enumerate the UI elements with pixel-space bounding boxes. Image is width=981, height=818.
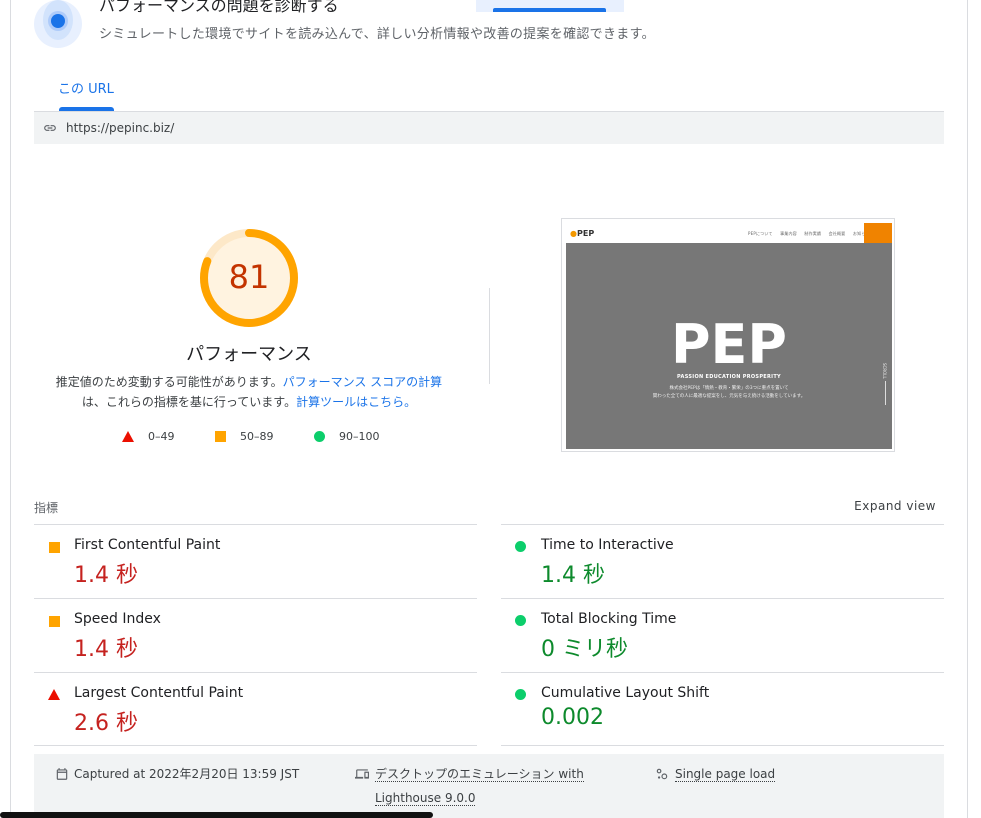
legend-fail: 0–49 [122, 430, 175, 443]
metrics-bottom-rule [34, 745, 477, 746]
hero-subtitle: シミュレートした環境でサイトを読み込んで、詳しい分析情報や改善の提案を確認できま… [99, 27, 655, 42]
performance-score: 81 [228, 258, 270, 296]
metric-speed-index: Speed Index 1.4 秒 [34, 598, 477, 671]
metric-cls: Cumulative Layout Shift 0.002 [501, 672, 944, 745]
metric-title: Cumulative Layout Shift [541, 685, 710, 701]
screenshot-scroll-line [885, 381, 886, 405]
legend-average: 50–89 [215, 430, 274, 443]
screenshot-body: 株式会社PEPは「情熱・教育・繁栄」の3つに重点を置いて 関わった全ての人に最適… [652, 386, 806, 399]
performance-description: 推定値のため変動する可能性があります。パフォーマンス スコアの計算 は、これらの… [44, 372, 454, 412]
legend-average-label: 50–89 [240, 430, 274, 443]
metric-value: 1.4 秒 [541, 563, 605, 588]
url-bar: https://pepinc.biz/ [34, 112, 944, 144]
section-divider [489, 288, 490, 384]
metric-title: First Contentful Paint [74, 537, 221, 553]
metric-title: Speed Index [74, 611, 161, 627]
square-icon [49, 616, 60, 627]
metric-lcp: Largest Contentful Paint 2.6 秒 [34, 672, 477, 745]
screenshot-contact-button [864, 223, 892, 243]
page-load-icon [656, 768, 668, 780]
emulation-info[interactable]: デスクトップのエミュレーション with [375, 762, 584, 786]
page-load-type[interactable]: Single page load [675, 762, 776, 786]
legend-fail-label: 0–49 [148, 430, 175, 443]
metric-value: 1.4 秒 [74, 563, 138, 588]
metric-title: Largest Contentful Paint [74, 685, 244, 701]
lighthouse-version[interactable]: Lighthouse 9.0.0 [375, 786, 476, 810]
screenshot-scroll-label: SCROLL [882, 363, 887, 379]
circle-icon [515, 541, 526, 552]
screenshot-tagline: PASSION EDUCATION PROSPERITY [677, 374, 781, 380]
desc-text-2: は、これらの指標を基に行っています。 [81, 395, 297, 409]
circle-icon [515, 615, 526, 626]
calendar-icon [56, 768, 68, 780]
calculator-link[interactable]: 計算ツールはこちら。 [296, 395, 416, 409]
captured-at: Captured at 2022年2月20日 13:59 JST [74, 767, 300, 781]
screenshot-hero-title: PEP [670, 313, 788, 376]
final-screenshot: ●PEP PEPについて 事業内容 制作実績 会社概要 お知らせ PEP PAS… [561, 218, 895, 452]
screenshot-logo: ●PEP [570, 229, 595, 238]
devices-icon [355, 769, 369, 779]
screenshot-nav: ●PEP PEPについて 事業内容 制作実績 会社概要 お知らせ [566, 223, 892, 243]
score-calc-link[interactable]: パフォーマンス スコアの計算 [283, 375, 443, 389]
screenshot-hero: PEP PASSION EDUCATION PROSPERITY 株式会社PEP… [566, 243, 892, 449]
horizontal-scrollbar[interactable] [0, 812, 433, 818]
url-text[interactable]: https://pepinc.biz/ [66, 121, 174, 135]
square-icon [215, 431, 226, 442]
legend-pass: 90–100 [314, 430, 380, 443]
hero-title: パフォーマンスの問題を診断する [99, 0, 339, 15]
triangle-icon [48, 689, 60, 700]
square-icon [49, 542, 60, 553]
analyze-button-accent [493, 8, 606, 12]
desc-text-1: 推定値のため変動する可能性があります。 [55, 375, 283, 389]
triangle-icon [122, 431, 134, 442]
runtime-settings: Captured at 2022年2月20日 13:59 JST デスクトップの… [34, 754, 944, 818]
expand-view-toggle[interactable]: Expand view [836, 499, 936, 513]
metric-title: Total Blocking Time [541, 611, 677, 627]
metric-fcp: First Contentful Paint 1.4 秒 [34, 524, 477, 597]
performance-title: パフォーマンス [186, 344, 312, 365]
circle-icon [515, 689, 526, 700]
metric-value: 0.002 [541, 705, 604, 730]
screenshot-nav-links: PEPについて 事業内容 制作実績 会社概要 お知らせ [748, 231, 870, 236]
metric-value: 2.6 秒 [74, 711, 138, 736]
legend-pass-label: 90–100 [339, 430, 380, 443]
metrics-bottom-rule [501, 745, 944, 746]
metric-tti: Time to Interactive 1.4 秒 [501, 524, 944, 597]
circle-icon [314, 431, 325, 442]
metrics-heading: 指標 [34, 501, 59, 515]
diagnostics-icon [34, 0, 82, 48]
tab-this-url[interactable]: この URL [58, 78, 114, 97]
link-icon [44, 125, 56, 131]
metric-title: Time to Interactive [541, 537, 674, 553]
metric-value: 0 ミリ秒 [541, 637, 628, 662]
metric-value: 1.4 秒 [74, 637, 138, 662]
metric-tbt: Total Blocking Time 0 ミリ秒 [501, 598, 944, 671]
